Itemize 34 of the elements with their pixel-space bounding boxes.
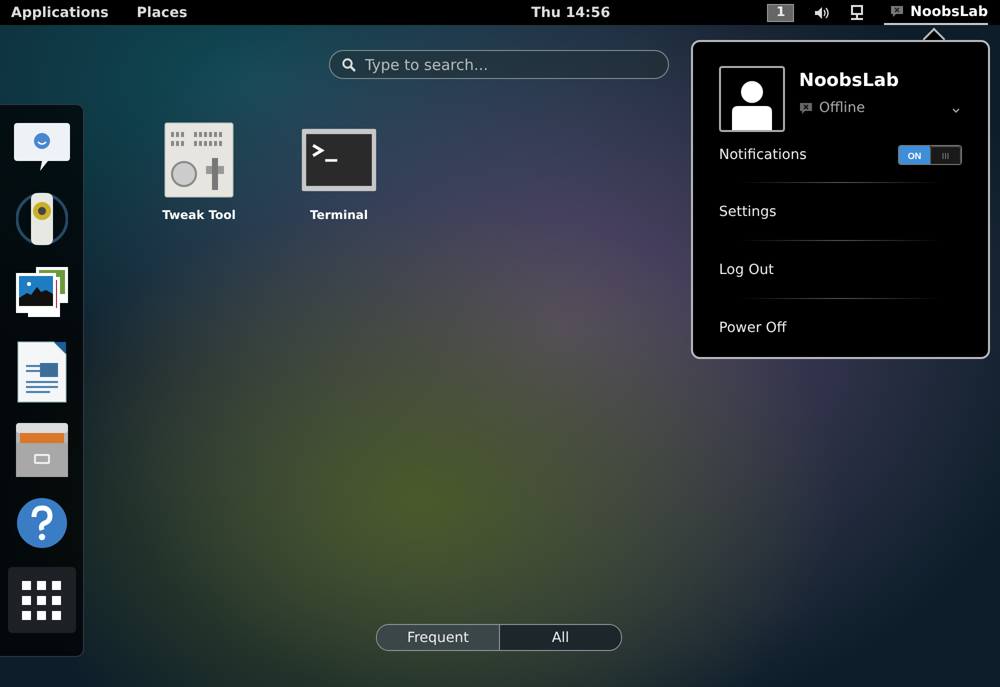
search-field[interactable]: Type to search...	[329, 50, 669, 79]
network-icon[interactable]	[850, 4, 864, 20]
menu-item[interactable]: Log Out	[719, 241, 962, 298]
menu-item[interactable]: Settings	[719, 183, 962, 240]
view-toggle-button[interactable]: All	[499, 625, 621, 650]
chat-offline-icon	[890, 5, 904, 18]
grip-icon	[942, 153, 949, 159]
app-launcher[interactable]: Tweak Tool	[144, 120, 254, 222]
app-launcher[interactable]: Terminal	[284, 120, 394, 222]
chat-offline-icon	[799, 102, 813, 114]
chevron-down-icon	[952, 108, 960, 112]
menu-item[interactable]: Power Off	[719, 299, 962, 356]
avatar[interactable]	[719, 66, 785, 132]
help-icon[interactable]	[16, 497, 68, 549]
view-toggle-button[interactable]: Frequent	[377, 625, 499, 650]
notifications-label: Notifications	[719, 147, 807, 163]
speaker-icon[interactable]	[16, 191, 68, 247]
workspace-indicator[interactable]: 1	[767, 4, 794, 22]
menu-button[interactable]: Places	[126, 4, 198, 20]
file-cabinet-icon[interactable]	[14, 421, 70, 479]
person-silhouette-icon	[732, 80, 772, 130]
user-menu-button[interactable]: NoobsLab	[884, 0, 988, 25]
status-selector[interactable]: Offline	[799, 100, 962, 116]
search-icon	[342, 58, 356, 72]
grid-icon	[22, 580, 61, 620]
user-name: NoobsLab	[910, 4, 988, 20]
clock[interactable]: Thu 14:56	[361, 4, 610, 20]
chat-bubble-icon[interactable]	[14, 121, 70, 173]
menu-button[interactable]: Applications	[0, 4, 120, 20]
mixer-icon	[164, 122, 234, 198]
show-apps-button[interactable]	[8, 567, 76, 633]
document-icon[interactable]	[16, 341, 68, 403]
speaker-icon[interactable]	[814, 6, 830, 20]
user-name: NoobsLab	[799, 70, 900, 91]
